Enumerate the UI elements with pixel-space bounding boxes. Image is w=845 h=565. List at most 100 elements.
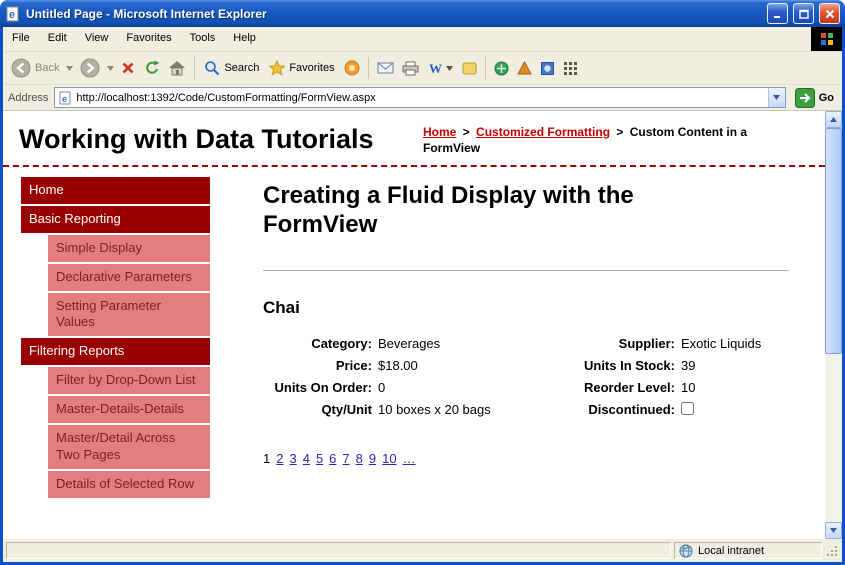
grid-icon (563, 61, 578, 76)
breadcrumb-link-home[interactable]: Home (423, 125, 456, 139)
url-text: http://localhost:1392/Code/CustomFormatt… (76, 92, 763, 104)
sidebar-item-basic-reporting[interactable]: Basic Reporting (21, 206, 210, 233)
globe-icon (679, 544, 693, 558)
pager-more-link[interactable]: … (403, 451, 416, 466)
product-name: Chai (263, 298, 789, 318)
forward-icon (80, 58, 100, 78)
pager-page-link[interactable]: 6 (329, 451, 336, 466)
addon-button-4[interactable] (560, 59, 581, 78)
addon-icon-1 (494, 61, 509, 76)
scroll-down-button[interactable] (825, 522, 842, 539)
site-header: Working with Data Tutorials Home > Custo… (3, 111, 825, 167)
edit-with-word-button[interactable]: W (424, 59, 457, 77)
field-value-units-on-order: 0 (378, 380, 543, 395)
toolbar-separator (485, 57, 486, 79)
pager: 1 2 3 4 5 6 7 8 9 10 … (263, 451, 789, 466)
addon-icon-2 (517, 61, 532, 76)
page-title: Creating a Fluid Display with the FormVi… (263, 181, 733, 240)
chevron-down-icon (446, 66, 453, 71)
back-dropdown[interactable] (65, 64, 74, 73)
menu-edit[interactable]: Edit (39, 27, 76, 51)
field-label-units-on-order: Units On Order: (263, 380, 378, 395)
addon-button-3[interactable] (537, 59, 558, 78)
ie-page-icon[interactable]: e (5, 6, 21, 22)
printer-icon (402, 61, 419, 76)
main-content: Creating a Fluid Display with the FormVi… (210, 177, 825, 466)
menu-view[interactable]: View (76, 27, 118, 51)
maximize-button[interactable] (793, 3, 814, 24)
pager-page-link[interactable]: 10 (382, 451, 396, 466)
toolbar-separator (194, 57, 195, 79)
back-button[interactable]: Back (7, 56, 63, 80)
menu-tools[interactable]: Tools (181, 27, 225, 51)
menu-favorites[interactable]: Favorites (117, 27, 180, 51)
address-dropdown[interactable] (768, 88, 785, 107)
breadcrumb-separator: > (616, 125, 623, 139)
arrow-up-icon (830, 117, 837, 122)
windows-brand-icon (811, 27, 842, 51)
addon-icon-3 (540, 61, 555, 76)
discuss-button[interactable] (459, 60, 480, 77)
sidebar-item-filtering-reports[interactable]: Filtering Reports (21, 338, 210, 365)
forward-button[interactable] (76, 56, 104, 80)
addon-button-1[interactable] (491, 59, 512, 78)
status-bar: Local intranet (3, 539, 842, 562)
arrow-down-icon (830, 528, 837, 533)
sidebar-item-filter-by-drop-down-list[interactable]: Filter by Drop-Down List (48, 367, 210, 394)
sidebar-item-setting-parameter-values[interactable]: Setting Parameter Values (48, 293, 210, 337)
page-content: Working with Data Tutorials Home > Custo… (3, 111, 825, 539)
vertical-scrollbar[interactable] (825, 111, 842, 539)
scrollbar-thumb[interactable] (825, 128, 842, 354)
sidebar-nav: Home Basic Reporting Simple Display Decl… (21, 177, 210, 500)
sidebar-item-master-detail-across-two-pages[interactable]: Master/Detail Across Two Pages (48, 425, 210, 469)
search-icon (204, 60, 220, 76)
go-button[interactable]: Go (792, 88, 837, 108)
sidebar-item-home[interactable]: Home (21, 177, 210, 204)
pager-page-link[interactable]: 8 (356, 451, 363, 466)
sidebar-item-details-of-selected-row[interactable]: Details of Selected Row (48, 471, 210, 498)
resize-grip[interactable] (825, 542, 840, 559)
print-button[interactable] (399, 59, 422, 78)
address-input[interactable]: e http://localhost:1392/Code/CustomForma… (54, 87, 785, 108)
field-value-price: $18.00 (378, 358, 543, 373)
search-button[interactable]: Search (200, 58, 263, 78)
sidebar-item-master-details-details[interactable]: Master-Details-Details (48, 396, 210, 423)
refresh-button[interactable] (141, 58, 163, 78)
pager-page-link[interactable]: 3 (289, 451, 296, 466)
addon-button-2[interactable] (514, 59, 535, 78)
field-label-qty-unit: Qty/Unit (263, 402, 378, 417)
discontinued-checkbox[interactable] (681, 402, 694, 415)
field-label-price: Price: (263, 358, 378, 373)
favorites-button[interactable]: Favorites (265, 58, 338, 78)
media-button[interactable] (341, 58, 363, 78)
pager-page-link[interactable]: 2 (276, 451, 283, 466)
sidebar-item-simple-display[interactable]: Simple Display (48, 235, 210, 262)
field-value-reorder-level: 10 (681, 380, 789, 395)
word-icon: W (428, 61, 442, 75)
chevron-down-icon (773, 95, 780, 100)
mail-button[interactable] (374, 59, 397, 77)
pager-page-link[interactable]: 7 (342, 451, 349, 466)
pager-page-link[interactable]: 9 (369, 451, 376, 466)
pager-page-link[interactable]: 5 (316, 451, 323, 466)
scroll-up-button[interactable] (825, 111, 842, 128)
page-body: Home Basic Reporting Simple Display Decl… (3, 167, 825, 500)
media-icon (344, 60, 360, 76)
forward-dropdown[interactable] (106, 64, 115, 73)
page-favicon: e (58, 91, 72, 105)
pager-page-link[interactable]: 4 (303, 451, 310, 466)
formview-fields: Category: Beverages Supplier: Exotic Liq… (263, 336, 789, 418)
scrollbar-track[interactable] (825, 128, 842, 522)
close-button[interactable] (819, 3, 840, 24)
window-title: Untitled Page - Microsoft Internet Explo… (26, 7, 762, 21)
breadcrumb-link-customized-formatting[interactable]: Customized Formatting (476, 125, 610, 139)
stop-button[interactable] (117, 58, 139, 78)
home-button[interactable] (165, 58, 189, 78)
menu-file[interactable]: File (3, 27, 39, 51)
browser-viewport: Working with Data Tutorials Home > Custo… (3, 111, 842, 539)
pager-current-page: 1 (263, 451, 270, 466)
minimize-button[interactable] (767, 3, 788, 24)
sidebar-item-declarative-parameters[interactable]: Declarative Parameters (48, 264, 210, 291)
field-value-category: Beverages (378, 336, 543, 351)
menu-help[interactable]: Help (224, 27, 265, 51)
